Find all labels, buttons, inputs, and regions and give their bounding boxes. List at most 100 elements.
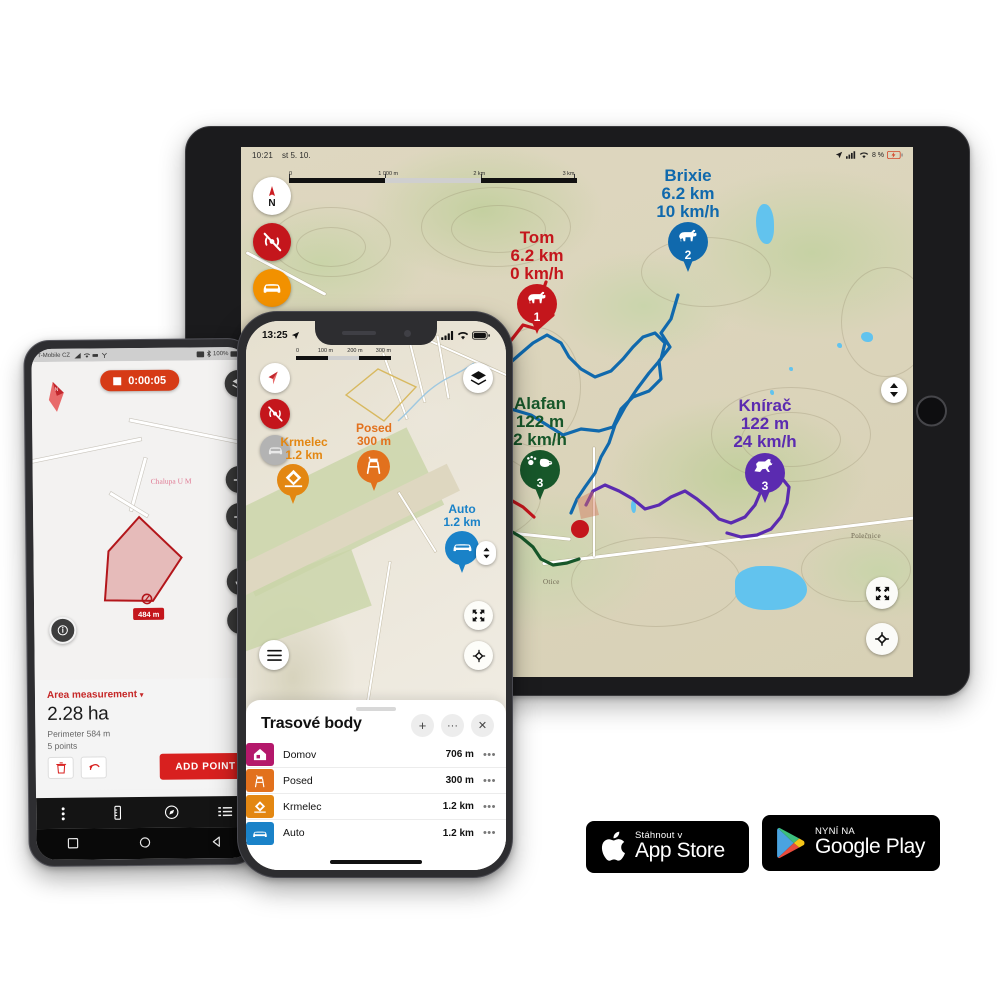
poi-pin-krmelec[interactable] (277, 464, 309, 506)
dog-distance: 6.2 km (661, 184, 715, 204)
svg-text:N: N (268, 198, 275, 209)
dog-distance: 122 m (740, 414, 790, 434)
dog-distance: 6.2 km (510, 246, 564, 266)
fullscreen-button[interactable] (866, 577, 898, 609)
dog-pin-knirac[interactable]: 3 (745, 453, 785, 505)
layers-button[interactable] (463, 363, 493, 393)
measurement-panel: Area measurement ▾ 2.28 ha Perimeter 584… (34, 677, 252, 791)
google-play-icon (777, 827, 805, 859)
scalebar-label: 200 m (347, 348, 363, 354)
front-camera (403, 329, 411, 337)
polygon-distance-label: 484 m (133, 607, 165, 621)
poi-pin-auto[interactable] (445, 531, 479, 575)
delete-button[interactable] (47, 756, 74, 779)
location-arrow-icon (291, 331, 299, 339)
screenshot-icon (196, 350, 204, 357)
poi-distance: 1.2 km (443, 515, 481, 530)
map-label-otice: Otice (543, 578, 560, 586)
location-arrow-icon (835, 151, 843, 159)
home-indicator[interactable] (330, 860, 422, 864)
locate-button[interactable] (866, 623, 898, 655)
cellular-signal-icon (74, 352, 81, 358)
waypoint-name: Krmelec (283, 800, 322, 813)
dog-pin-brixie[interactable]: 2 (668, 222, 708, 274)
menu-button[interactable] (259, 640, 289, 670)
row-more-button[interactable]: ••• (483, 749, 496, 761)
undo-button[interactable] (80, 756, 107, 779)
poi-label-posed: Posed 300 m (326, 421, 422, 449)
dog-number: 3 (536, 476, 544, 490)
tilt-button[interactable] (476, 541, 496, 565)
battery-icon (472, 330, 490, 340)
signal-off-button[interactable] (260, 399, 290, 429)
iphone-screen: 0 100 m 200 m 300 m Krmelec 1.2 km Posed… (246, 321, 506, 870)
app-store-badge[interactable]: Stáhnout v App Store (586, 821, 749, 873)
signal-off-button[interactable] (253, 223, 291, 261)
list-item[interactable]: Posed 300 m ••• (246, 768, 506, 794)
compass-tool-button[interactable] (144, 804, 198, 820)
dog-name: Brixie (664, 166, 712, 185)
scalebar-label: 0 (296, 348, 300, 354)
measurement-points: 5 points (47, 740, 78, 751)
measurement-mode-selector[interactable]: Area measurement ▾ (47, 688, 239, 701)
poi-label-auto: Auto 1.2 km (422, 502, 502, 530)
waypoint-distance: 1.2 km (442, 801, 474, 812)
row-more-button[interactable]: ••• (483, 775, 496, 787)
iphone-scalebar: 0 100 m 200 m 300 m (296, 348, 391, 360)
scalebar-label: 1 000 m (378, 171, 399, 177)
poi-name: Posed (355, 421, 392, 435)
poi-name: Krmelec (280, 435, 328, 449)
compass-button[interactable] (260, 363, 290, 393)
dog-pin-alafan[interactable]: 3 (520, 450, 560, 502)
poi-pin-posed[interactable] (357, 450, 390, 493)
google-play-badge[interactable]: NYNÍ NA Google Play (762, 815, 940, 871)
close-sheet-button[interactable]: ✕ (471, 714, 494, 737)
vpn-icon (92, 353, 98, 357)
tilt-button[interactable] (881, 377, 907, 403)
dog-name: Tom (519, 228, 555, 247)
dog-number: 1 (533, 310, 541, 324)
measure-tool-button[interactable] (90, 805, 144, 821)
home-icon (246, 743, 274, 766)
waypoint-name: Auto (283, 827, 305, 839)
ipad-home-button[interactable] (916, 395, 947, 427)
car-icon (246, 821, 274, 845)
status-time: 10:21 (252, 150, 274, 160)
fullscreen-button[interactable] (464, 601, 493, 630)
bluetooth-icon (206, 350, 211, 358)
car-button[interactable] (253, 269, 291, 307)
row-more-button[interactable]: ••• (483, 827, 496, 839)
poi-name: Auto (448, 502, 476, 516)
home-button[interactable] (139, 834, 150, 852)
android-map-canvas[interactable]: 0:00:05 N Chalupa U M 484 m (31, 359, 251, 681)
waypoint-distance: 1.2 km (442, 827, 474, 839)
back-nav-button[interactable] (211, 834, 222, 852)
battery-percent: 8 % (871, 151, 884, 159)
iphone-device: 0 100 m 200 m 300 m Krmelec 1.2 km Posed… (237, 311, 513, 878)
recording-timer-pill[interactable]: 0:00:05 (100, 369, 180, 392)
chevron-down-icon: ▾ (139, 691, 144, 700)
speaker (341, 331, 376, 335)
dog-label-brixie: Brixie 6.2 km 10 km/h (638, 166, 738, 222)
compass-button[interactable]: N (253, 177, 291, 215)
measurement-mode-label: Area measurement (46, 689, 138, 701)
info-button[interactable] (49, 616, 77, 644)
sheet-more-button[interactable]: ··· (441, 714, 464, 737)
dog-pin-tom[interactable]: 1 (517, 284, 557, 336)
locate-button[interactable] (464, 641, 493, 670)
wifi-icon (457, 331, 469, 339)
dog-label-knirac: Knírač 122 m 24 km/h (710, 396, 820, 452)
battery-charging-icon (887, 151, 903, 159)
recording-time: 0:00:05 (128, 374, 167, 387)
road (367, 561, 392, 701)
list-item[interactable]: Krmelec 1.2 km ••• (246, 794, 506, 820)
scalebar-label: 100 m (317, 348, 334, 354)
poi-distance: 300 m (356, 434, 392, 449)
overflow-menu-button[interactable] (36, 806, 90, 821)
dog-number: 3 (761, 479, 769, 493)
list-item[interactable]: Auto 1.2 km ••• (246, 820, 506, 846)
row-more-button[interactable]: ••• (483, 801, 496, 813)
recents-button[interactable] (67, 835, 78, 853)
add-waypoint-button[interactable]: + (411, 714, 434, 737)
list-item[interactable]: Domov 706 m ••• (246, 742, 506, 768)
